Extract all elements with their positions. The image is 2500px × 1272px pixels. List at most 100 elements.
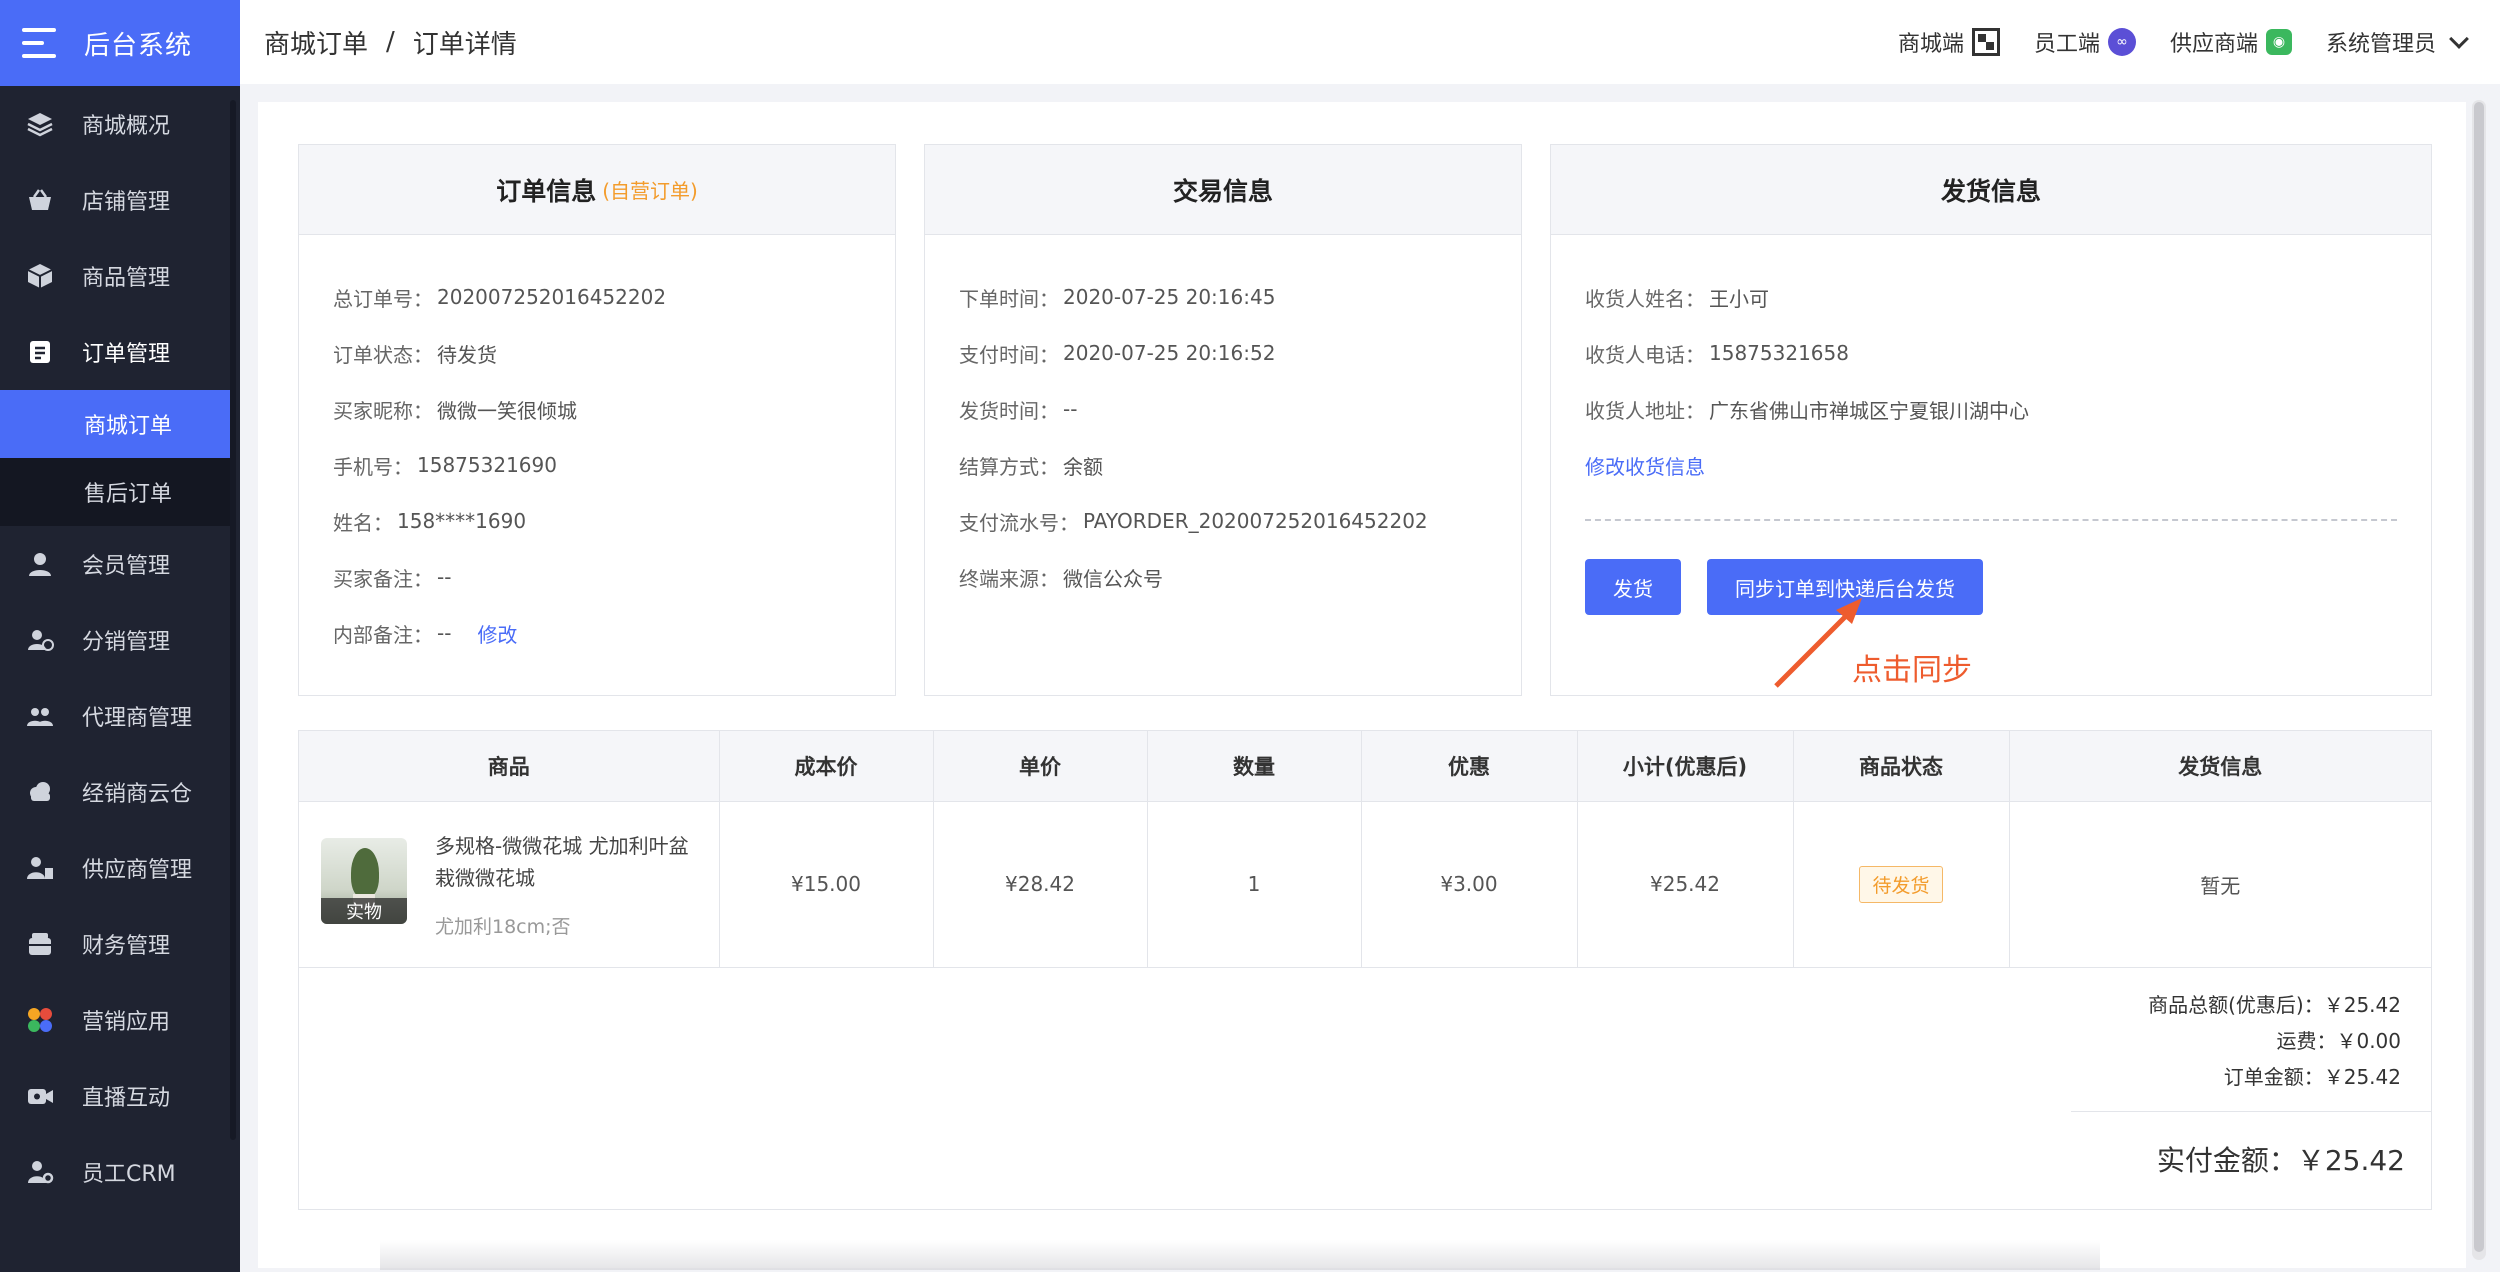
col-discount: 优惠	[1361, 731, 1578, 802]
field-value: 15875321690	[417, 453, 557, 477]
price-cell: ¥28.42	[933, 801, 1148, 968]
mall-end-link[interactable]: 商城端	[1898, 26, 2000, 58]
user-icon	[24, 548, 56, 580]
sidebar-item-label: 订单管理	[82, 342, 171, 367]
ship-button[interactable]: 发货	[1585, 559, 1681, 615]
ship-info-panel: 发货信息 收货人姓名： 王小可 收货人电话： 15875321658 收货人地址：广…	[1550, 144, 2432, 696]
field-value: PAYORDER_202007252016452202	[1083, 509, 1428, 533]
field-value: 待发货	[437, 342, 497, 367]
paid-amount: 实付金额：￥25.42	[2156, 1144, 2405, 1177]
sidebar-item-label: 经销商云仓	[82, 782, 193, 807]
sidebar-item-mall-overview[interactable]: 商城概况	[0, 86, 240, 162]
sidebar: 后台系统 商城概况 店铺管理 商品管理 订单管理 商城订单 售后订单 会员管理 …	[0, 0, 240, 1272]
menu-toggle-icon[interactable]	[22, 28, 56, 58]
layers-icon	[24, 108, 56, 140]
order-amount: 订单金额：￥25.42	[2223, 1065, 2401, 1089]
app-title: 后台系统	[84, 30, 193, 61]
buyer-nickname-row: 买家昵称： 微微一笑很倾城	[333, 381, 861, 437]
distribution-icon	[24, 624, 56, 656]
buyer-remark-row: 买家备注： --	[333, 549, 861, 605]
bottom-shadow	[380, 1240, 2100, 1270]
field-label: 收货人地址：	[1585, 398, 1705, 423]
supply-mall-label: 供应商端	[2169, 32, 2258, 57]
sidebar-item-suppliers[interactable]: 供应商管理	[0, 830, 240, 906]
sidebar-item-crm[interactable]: 员工CRM	[0, 1134, 240, 1210]
sidebar-item-label: 分销管理	[82, 630, 171, 655]
basket-icon	[24, 184, 56, 216]
field-label: 姓名：	[333, 510, 393, 535]
internal-remark-row: 内部备注： -- 修改	[333, 605, 861, 661]
product-name[interactable]: 多规格-微微花城 尤加利叶盆栽微微花城	[435, 830, 695, 894]
order-status-row: 订单状态： 待发货	[333, 325, 861, 381]
sidebar-item-marketing[interactable]: 营销应用	[0, 982, 240, 1058]
sidebar-item-members[interactable]: 会员管理	[0, 526, 240, 602]
field-label: 支付流水号：	[959, 510, 1079, 535]
pay-time-row: 支付时间： 2020-07-25 20:16:52	[959, 325, 1487, 381]
annotation-click-sync: 点击同步	[1852, 653, 1972, 688]
page-scrollbar[interactable]	[2472, 100, 2486, 1260]
col-cost: 成本价	[719, 731, 934, 802]
sidebar-item-label: 供应商管理	[82, 858, 193, 883]
field-label: 支付时间：	[959, 342, 1059, 367]
amount-summary: 商品总额(优惠后)：￥25.42 运费：￥0.00 订单金额：￥25.42	[2148, 989, 2401, 1097]
receiver-phone-row: 收货人电话： 15875321658	[1585, 325, 2397, 381]
breadcrumb-mall-orders[interactable]: 商城订单	[264, 24, 368, 61]
edit-address-row: 修改收货信息	[1585, 437, 2397, 493]
page-scrollbar-thumb[interactable]	[2474, 102, 2484, 1252]
sidebar-subitem-label: 商城订单	[84, 414, 173, 439]
ship-actions: 发货 同步订单到快递后台发货	[1585, 559, 2397, 615]
brand-bar: 后台系统	[0, 0, 240, 86]
sidebar-item-agents[interactable]: 代理商管理	[0, 678, 240, 754]
staff-end-label: 员工端	[2033, 32, 2100, 57]
box-icon	[24, 260, 56, 292]
field-value: 王小可	[1709, 286, 1769, 311]
trade-info-panel: 交易信息 下单时间： 2020-07-25 20:16:45 支付时间： 2020-…	[924, 144, 1522, 696]
status-cell: 待发货	[1793, 801, 2010, 968]
sidebar-item-label: 代理商管理	[82, 706, 193, 731]
top-header: 商城订单 / 订单详情 商城端 员工端 ∞ 供应商端 ◉ 系统管理员	[240, 0, 2500, 84]
sidebar-item-live[interactable]: 直播互动	[0, 1058, 240, 1134]
field-label: 发货时间：	[959, 398, 1059, 423]
freight: 运费：￥0.00	[2276, 1029, 2401, 1053]
sidebar-item-distribution[interactable]: 分销管理	[0, 602, 240, 678]
sidebar-item-cloud-warehouse[interactable]: 经销商云仓	[0, 754, 240, 830]
ship-time-row: 发货时间： --	[959, 381, 1487, 437]
admin-menu[interactable]: 系统管理员	[2326, 26, 2469, 58]
mini-program-icon: ∞	[2107, 28, 2136, 56]
receiver-address-row: 收货人地址： 广东省佛山市禅城区宁夏银川湖中心	[1585, 381, 2397, 437]
sidebar-item-finance[interactable]: 财务管理	[0, 906, 240, 982]
edit-address-link[interactable]: 修改收货信息	[1585, 451, 1705, 480]
sidebar-subitem-mall-orders[interactable]: 商城订单	[0, 390, 230, 458]
edit-remark-link[interactable]: 修改	[477, 619, 517, 648]
sidebar-subitem-label: 售后订单	[84, 482, 173, 507]
field-label: 订单状态：	[333, 342, 433, 367]
sidebar-item-label: 员工CRM	[82, 1162, 176, 1187]
sidebar-item-orders[interactable]: 订单管理	[0, 314, 240, 390]
sidebar-item-store[interactable]: 店铺管理	[0, 162, 240, 238]
breadcrumb-separator: /	[386, 27, 395, 57]
pay-serial-row: 支付流水号： PAYORDER_202007252016452202	[959, 493, 1487, 549]
breadcrumb-order-detail: 订单详情	[412, 29, 517, 60]
product-thumbnail[interactable]: 实物	[321, 837, 407, 924]
qr-code-icon	[1971, 28, 2000, 56]
qty-cell: 1	[1147, 801, 1362, 968]
sidebar-item-label: 会员管理	[82, 554, 171, 579]
breadcrumb: 商城订单 / 订单详情	[264, 24, 517, 61]
staff-end-link[interactable]: 员工端 ∞	[2034, 26, 2136, 58]
order-time-row: 下单时间： 2020-07-25 20:16:45	[959, 269, 1487, 325]
discount-cell: ¥3.00	[1361, 801, 1578, 968]
field-value: 广东省佛山市禅城区宁夏银川湖中心	[1709, 398, 2029, 423]
order-number-row: 总订单号： 202007252016452202	[333, 269, 861, 325]
field-label: 结算方式：	[959, 454, 1059, 479]
sidebar-item-label: 财务管理	[82, 934, 171, 959]
supply-mall-link[interactable]: 供应商端 ◉	[2170, 26, 2292, 58]
sidebar-scrollbar[interactable]	[230, 100, 236, 1140]
finance-icon	[24, 928, 56, 960]
sidebar-item-label: 商城概况	[82, 114, 171, 139]
sidebar-item-goods[interactable]: 商品管理	[0, 238, 240, 314]
supplier-icon	[24, 852, 56, 884]
field-label: 收货人电话：	[1585, 342, 1705, 367]
wechat-icon: ◉	[2265, 29, 2292, 55]
sidebar-subitem-after-sale[interactable]: 售后订单	[0, 458, 230, 526]
field-value: 余额	[1063, 454, 1103, 479]
